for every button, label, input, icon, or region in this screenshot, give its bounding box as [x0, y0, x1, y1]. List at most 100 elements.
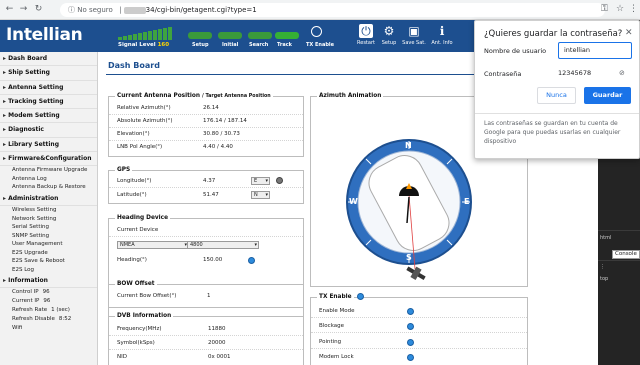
redacted-ip: [123, 6, 146, 14]
console-drawer-icon[interactable]: ⋮: [600, 264, 605, 270]
password-value: 12345678: [558, 69, 592, 77]
gear-icon: ⚙: [383, 24, 395, 38]
panel-title: BOW Offset: [115, 281, 157, 287]
menu-antenna-backup-restore[interactable]: Antenna Backup & Restore: [0, 183, 97, 192]
browser-toolbar: ← → ↻ ⓘ No seguro | 34/cgi-bin/getagent.…: [0, 0, 640, 20]
row-nid: NID 0x 0001: [117, 354, 231, 360]
info-current-ip: Current IP 96: [12, 298, 51, 305]
console-tooltip: Console: [612, 250, 640, 259]
menu-antenna-log[interactable]: Antenna Log: [0, 175, 97, 184]
never-button[interactable]: Nunca: [537, 87, 576, 104]
row-enable-mode: Enable Mode: [311, 305, 527, 318]
status-search: [248, 32, 272, 39]
menu-wireless-setting[interactable]: Wireless Setting: [0, 206, 97, 215]
row-elevation: Elevation(°) 30.80 / 30.73: [109, 128, 303, 141]
compass-south-label: S: [406, 253, 412, 262]
address-bar[interactable]: ⓘ No seguro | 34/cgi-bin/getagent.cgi?ty…: [60, 3, 605, 17]
info-wifi: Wifi: [12, 325, 23, 332]
page-title: Dash Board: [108, 61, 160, 70]
star-icon[interactable]: ☆: [616, 4, 624, 14]
row-heading: Heading(°) 150.00: [109, 254, 303, 267]
menu-user-management[interactable]: User Management: [0, 240, 97, 249]
setup-button[interactable]: ⚙ Setup: [375, 24, 403, 52]
compass-north-label: N: [405, 141, 412, 150]
dvb-info-panel: DVB Information Frequency(MHz) 11880 Symb…: [108, 313, 304, 365]
ant-info-button[interactable]: ℹ Ant. Info: [428, 24, 456, 52]
menu-library-setting[interactable]: Library Setting: [0, 138, 97, 153]
compass-east-label: E: [464, 197, 470, 206]
status-track: [275, 32, 299, 39]
dialog-footer-text: Las contraseñas se guardan en tu cuenta …: [484, 120, 621, 145]
row-lnb-pol: LNB Pol Angle(°) 4.40 / 4.40: [117, 144, 233, 150]
save-sat-button[interactable]: ▣ Save Sat.: [400, 24, 428, 52]
dialog-divider: [475, 113, 639, 114]
row-relative-azimuth: Relative Azimuth(°) 26.14: [109, 102, 303, 115]
eye-off-icon[interactable]: ⊘: [619, 69, 625, 77]
baud-select[interactable]: 4800: [187, 241, 259, 249]
security-text: No seguro: [77, 6, 113, 14]
menu-modem-setting[interactable]: Modem Setting: [0, 109, 97, 124]
reload-icon[interactable]: ↻: [33, 4, 44, 15]
device-select[interactable]: NMEA: [117, 241, 189, 249]
row-longitude: Longitude(°) 4.37 E: [109, 175, 303, 188]
signal-level-bars: [118, 26, 174, 40]
compass-west-label: W: [349, 197, 358, 206]
tx-enable-label: TX Enable: [306, 42, 335, 48]
row-latitude: Latitude(°) 51.47 N: [109, 189, 303, 202]
status-label-search: Search: [249, 42, 269, 48]
username-label: Nombre de usuario: [484, 47, 547, 55]
save-password-dialog: ¿Quieres guardar la contraseña? ✕ Nombre…: [474, 20, 640, 159]
info-refresh-disable: Refresh Disable 8:52: [12, 316, 72, 323]
panel-title: GPS: [115, 167, 133, 173]
menu-information[interactable]: Information: [0, 274, 97, 289]
menu-firmware-configuration[interactable]: Firmware&Configuration: [0, 152, 97, 167]
save-button[interactable]: Guardar: [584, 87, 631, 104]
gps-panel: GPS Longitude(°)4.37 E Latitude(°)51.47 …: [108, 167, 304, 204]
row-absolute-azimuth: Absolute Azimuth(°) 176.14 / 187.14: [109, 115, 303, 128]
menu-antenna-firmware-upgrade[interactable]: Antenna Firmware Upgrade: [0, 166, 97, 175]
antenna-position-panel: Current Antenna Position / Target Antenn…: [108, 93, 304, 157]
panel-title: Current Antenna Position / Target Antenn…: [115, 93, 273, 99]
back-icon[interactable]: ←: [4, 4, 15, 15]
devtools-top-context[interactable]: top: [600, 276, 608, 282]
menu-tracking-setting[interactable]: Tracking Setting: [0, 95, 97, 110]
info-icon: ℹ: [439, 24, 445, 38]
close-icon[interactable]: ✕: [625, 28, 633, 38]
status-label-setup: Setup: [192, 42, 209, 48]
menu-antenna-setting[interactable]: Antenna Setting: [0, 81, 97, 95]
latitude-direction-select[interactable]: N: [251, 191, 270, 199]
heading-status-led: [248, 257, 255, 264]
info-icon[interactable]: ⓘ: [68, 6, 75, 14]
menu-network-setting[interactable]: Network Setting: [0, 215, 97, 224]
password-label: Contraseña: [484, 70, 522, 78]
menu-snmp-setting[interactable]: SNMP Setting: [0, 232, 97, 241]
menu-administration[interactable]: Administration: [0, 192, 97, 207]
signal-level-value: 160: [157, 42, 170, 48]
row-pointing: Pointing: [311, 336, 527, 349]
row-blockage: Blockage: [311, 320, 527, 333]
longitude-direction-select[interactable]: E: [251, 177, 270, 185]
key-icon[interactable]: ⚿: [601, 4, 608, 14]
menu-e2s-save-reboot[interactable]: E2S Save & Reboot: [0, 257, 97, 266]
url-text: 34/cgi-bin/getagent.cgi?type=1: [145, 6, 257, 14]
status-label-track: Track: [277, 42, 292, 48]
menu-e2s-log[interactable]: E2S Log: [0, 266, 97, 275]
menu-serial-setting[interactable]: Serial Setting: [0, 223, 97, 232]
tx-enable-panel: TX Enable Enable Mode Blockage Pointing …: [310, 293, 528, 365]
intellian-logo: Intellian: [6, 25, 83, 45]
menu-dots-icon[interactable]: ⋮: [629, 4, 638, 14]
row-current-device: Current Device: [109, 224, 303, 237]
row-modem-lock: Modem Lock: [311, 351, 527, 364]
menu-diagnostic[interactable]: Diagnostic: [0, 123, 97, 138]
menu-dash-board[interactable]: Dash Board: [0, 52, 97, 67]
panel-title: Heading Device: [115, 215, 171, 221]
menu-ship-setting[interactable]: Ship Setting: [0, 66, 97, 81]
dialog-title: ¿Quieres guardar la contraseña?: [484, 29, 623, 39]
devtools-html-node[interactable]: html: [600, 235, 611, 241]
forward-icon[interactable]: →: [18, 4, 29, 15]
gps-status-led: [276, 177, 283, 184]
status-setup: [188, 32, 212, 39]
username-field[interactable]: intellian: [558, 42, 632, 59]
row-bow-offset: Current Bow Offset(°) 1: [117, 293, 211, 299]
menu-e2s-upgrade[interactable]: E2S Upgrade: [0, 249, 97, 258]
